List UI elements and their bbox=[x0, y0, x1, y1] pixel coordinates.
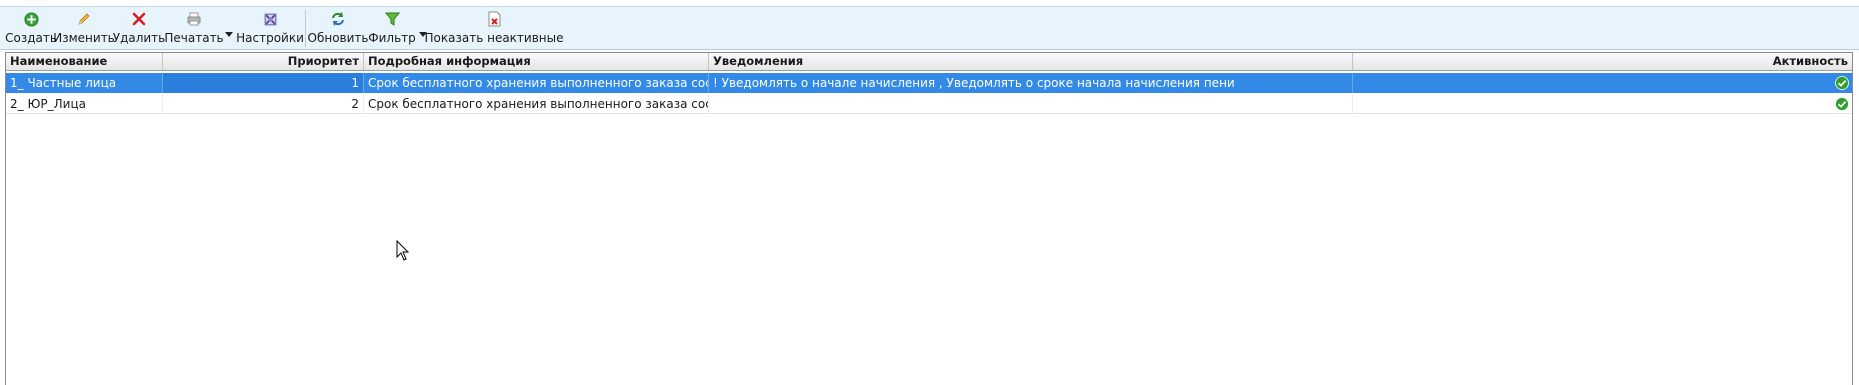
toolbar: Создать Изменить Удалить Печатать Настро… bbox=[0, 6, 1859, 50]
settings-button[interactable]: Настройки bbox=[236, 8, 304, 49]
printer-icon bbox=[185, 10, 203, 28]
table-row[interactable]: 2_ ЮР_Лица 2 Срок бесплатного хранения в… bbox=[6, 94, 1852, 114]
toolbar-separator bbox=[305, 10, 306, 47]
print-button[interactable]: Печатать bbox=[164, 8, 224, 49]
edit-label: Изменить bbox=[53, 31, 115, 45]
delete-button[interactable]: Удалить bbox=[112, 8, 166, 49]
data-grid: Наименование Приоритет Подробная информа… bbox=[5, 52, 1853, 385]
grid-header: Наименование Приоритет Подробная информа… bbox=[6, 53, 1852, 71]
create-label: Создать bbox=[5, 31, 57, 45]
column-header-activity[interactable]: Активность bbox=[1353, 53, 1852, 70]
column-header-name[interactable]: Наименование bbox=[6, 53, 163, 70]
refresh-button[interactable]: Обновить bbox=[307, 8, 369, 49]
cell-priority: 1 bbox=[163, 73, 364, 93]
show-inactive-button[interactable]: Показать неактивные bbox=[425, 8, 564, 49]
delete-label: Удалить bbox=[112, 31, 166, 45]
check-icon bbox=[1835, 76, 1849, 90]
cell-details: Срок бесплатного хранения выполненного з… bbox=[364, 73, 709, 93]
add-icon bbox=[22, 10, 40, 28]
cell-activity bbox=[1353, 73, 1852, 93]
refresh-icon bbox=[329, 10, 347, 28]
column-header-priority[interactable]: Приоритет bbox=[163, 53, 364, 70]
cell-priority: 2 bbox=[163, 94, 364, 114]
create-button[interactable]: Создать bbox=[5, 8, 57, 49]
cell-activity bbox=[1353, 94, 1852, 114]
filter-label: Фильтр bbox=[368, 31, 416, 45]
settings-tools-icon bbox=[261, 10, 279, 28]
funnel-icon bbox=[383, 10, 401, 28]
cell-name: 2_ ЮР_Лица bbox=[6, 94, 163, 114]
delete-icon bbox=[130, 10, 148, 28]
table-row[interactable]: 1_ Частные лица 1 Срок бесплатного хране… bbox=[6, 73, 1852, 93]
edit-button[interactable]: Изменить bbox=[53, 8, 115, 49]
mouse-cursor-icon bbox=[396, 240, 410, 261]
print-label: Печатать bbox=[164, 31, 224, 45]
settings-label: Настройки bbox=[236, 31, 304, 45]
cell-name: 1_ Частные лица bbox=[6, 73, 163, 93]
document-x-icon bbox=[485, 10, 503, 28]
cell-details: Срок бесплатного хранения выполненного з… bbox=[364, 94, 709, 114]
refresh-label: Обновить bbox=[307, 31, 369, 45]
filter-button[interactable]: Фильтр bbox=[368, 8, 416, 49]
cell-notifications bbox=[709, 94, 1353, 114]
column-header-details[interactable]: Подробная информация bbox=[364, 53, 709, 70]
cell-notifications: ! Уведомлять о начале начисления , Уведо… bbox=[709, 73, 1353, 93]
show-inactive-label: Показать неактивные bbox=[424, 31, 564, 45]
print-dropdown-chevron-icon[interactable] bbox=[224, 29, 234, 39]
check-icon bbox=[1835, 97, 1849, 111]
column-header-notifications[interactable]: Уведомления bbox=[709, 53, 1353, 70]
pencil-icon bbox=[75, 10, 93, 28]
